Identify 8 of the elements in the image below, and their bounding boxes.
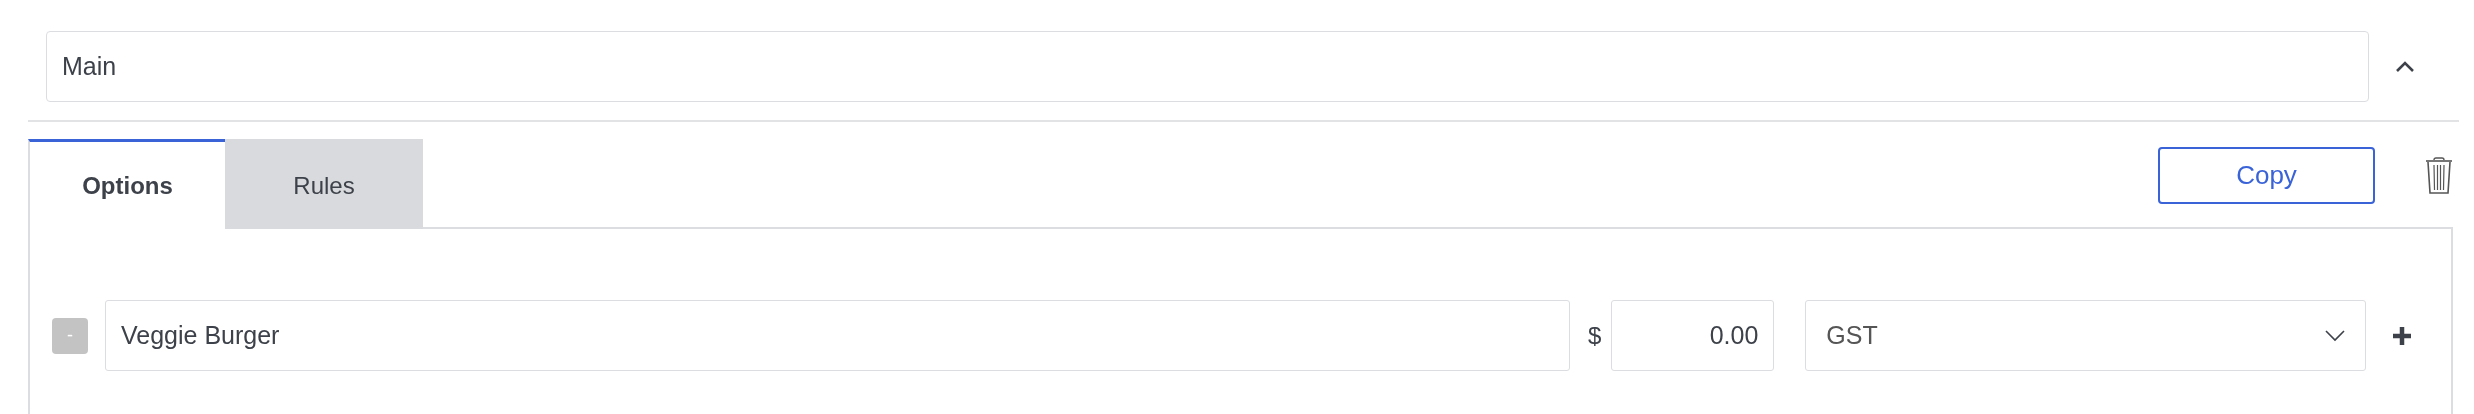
plus-icon[interactable] [2392,325,2413,346]
currency-symbol: $ [1588,321,1602,350]
caret-icon [2325,329,2346,342]
section-name-field[interactable]: Main [46,31,2369,102]
tab[interactable]: Options [28,139,225,229]
tab[interactable]: Rules [225,139,423,229]
copy-button[interactable]: Copy [2158,147,2375,204]
trash-icon[interactable] [2425,157,2453,194]
